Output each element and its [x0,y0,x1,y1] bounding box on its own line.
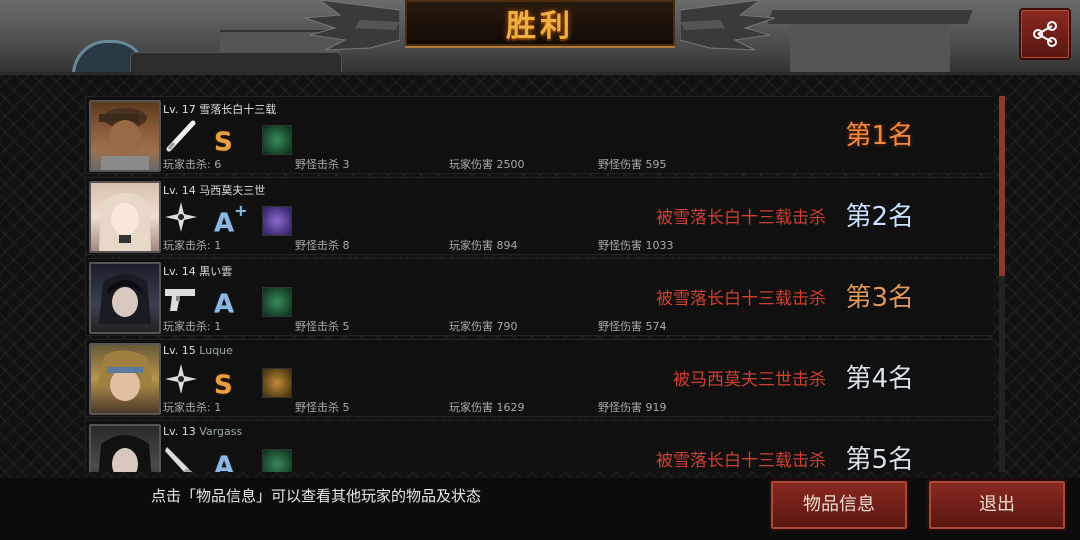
player-level-name: Lv. 14 黒い雲 [163,265,233,278]
monster-damage: 野怪伤害 1033 [598,239,674,252]
killed-by-text: 被马西莫夫三世击杀 [673,370,826,390]
player-kills: 玩家击杀: 6 [163,158,222,171]
knife-icon [165,447,193,472]
pistol-icon [165,289,195,311]
right-wing-ornament [680,0,776,51]
monster-damage: 野怪伤害 919 [598,401,667,414]
grade-badge: S [214,127,233,158]
grade-badge: A [214,289,235,320]
player-avatar [89,262,161,334]
monster-kills: 野怪击杀 5 [295,320,350,333]
rank-label: 第3名 [845,283,914,313]
skill-icon [262,368,292,398]
player-avatar [89,424,161,472]
skill-icon [262,206,292,236]
rank-label: 第5名 [845,445,914,472]
killed-by-text: 被雪落长白十三载击杀 [656,451,826,471]
grade-badge: S [214,370,233,401]
monster-kills: 野怪击杀 8 [295,239,350,252]
player-row[interactable]: Lv. 14 黒い雲 A 玩家击杀: 1 野怪击杀 5 玩家伤害 790 野怪伤… [85,258,993,336]
player-damage: 玩家伤害 2500 [449,158,525,171]
skill-icon [262,287,292,317]
hint-text: 点击「物品信息」可以查看其他玩家的物品及状态 [151,487,482,505]
title-banner: 胜利 [405,0,675,48]
left-wing-ornament [304,0,400,51]
grade-badge: A [214,451,235,472]
player-avatar [89,100,161,172]
player-damage: 玩家伤害 894 [449,239,518,252]
player-kills: 玩家击杀: 1 [163,320,222,333]
player-damage: 玩家伤害 1629 [449,401,525,414]
ranking-list[interactable]: Lv. 17 雪落长白十三载 S 玩家击杀: 6 野怪击杀 3 玩家伤害 250… [85,96,993,472]
grade-badge: A+ [214,201,248,239]
skill-icon [262,449,292,472]
rank-label: 第2名 [845,202,914,232]
shuriken-icon [165,202,197,232]
player-level-name: Lv. 14 马西莫夫三世 [163,184,266,197]
skill-icon [262,125,292,155]
monster-kills: 野怪击杀 3 [295,158,350,171]
player-level-name: Lv. 15 Luque [163,344,233,357]
player-avatar [89,343,161,415]
rank-label: 第4名 [845,364,914,394]
bat-icon [166,120,196,152]
monster-damage: 野怪伤害 595 [598,158,667,171]
exit-button[interactable]: 退出 [927,479,1067,531]
player-kills: 玩家击杀: 1 [163,239,222,252]
player-row[interactable]: Lv. 13 Vargass A 被雪落长白十三载击杀 第5名 [85,420,993,472]
monster-kills: 野怪击杀 5 [295,401,350,414]
monster-damage: 野怪伤害 574 [598,320,667,333]
player-row[interactable]: Lv. 15 Luque S 玩家击杀: 1 野怪击杀 5 玩家伤害 1629 … [85,339,993,417]
list-scrollbar[interactable] [999,96,1005,472]
rank-label: 第1名 [845,121,914,151]
item-info-button[interactable]: 物品信息 [769,479,909,531]
killed-by-text: 被雪落长白十三载击杀 [656,289,826,309]
player-avatar [89,181,161,253]
player-row[interactable]: Lv. 14 马西莫夫三世 A+ 玩家击杀: 1 野怪击杀 8 玩家伤害 894… [85,177,993,255]
page-title: 胜利 [506,9,574,44]
player-kills: 玩家击杀: 1 [163,401,222,414]
player-damage: 玩家伤害 790 [449,320,518,333]
shuriken-icon [165,364,197,394]
share-button[interactable] [1019,8,1071,60]
background-roof [767,10,973,24]
share-icon [1033,21,1057,47]
killed-by-text: 被雪落长白十三载击杀 [656,208,826,228]
player-row[interactable]: Lv. 17 雪落长白十三载 S 玩家击杀: 6 野怪击杀 3 玩家伤害 250… [85,96,993,174]
player-level-name: Lv. 17 雪落长白十三载 [163,103,277,116]
player-level-name: Lv. 13 Vargass [163,425,243,438]
scrollbar-thumb[interactable] [999,96,1005,276]
